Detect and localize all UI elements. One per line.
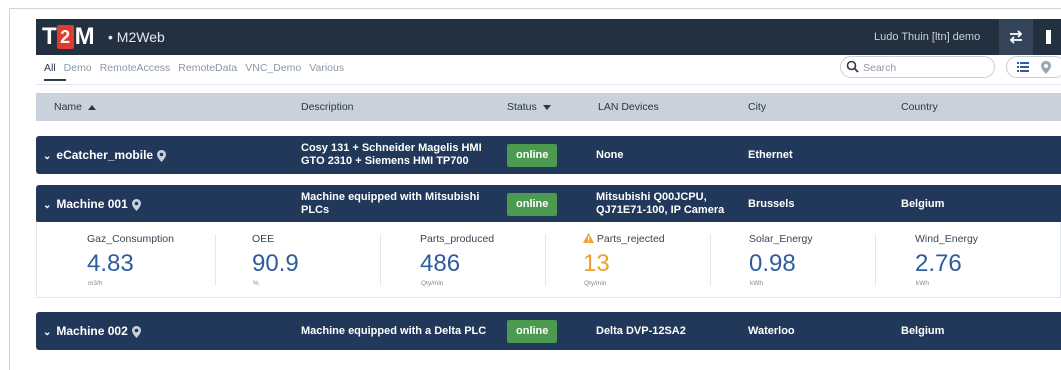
metric-unit: m3/h — [88, 280, 103, 287]
lan-devices-cell: Mitsubishi Q00JCPU, QJ71E71-100, IP Came… — [596, 191, 724, 217]
table-header: Name Description Status LAN Devices City… — [36, 93, 1061, 121]
metric-value: 486 — [420, 250, 461, 277]
description-line: Cosy 131 + Schneider Magelis HMI — [301, 142, 482, 154]
description-line: PLCs — [301, 204, 330, 216]
top-bar: T 2 M • M2Web Ludo Thuin [ltn] demo — [36, 19, 1061, 55]
machine-metrics-panel: Gaz_Consumption 4.83 m3/h OEE 90.9 % Par… — [36, 222, 1061, 298]
metric-label: Gaz_Consumption — [87, 233, 174, 245]
metric-unit: Qty/min — [584, 280, 607, 287]
tab-various[interactable]: Various — [309, 62, 344, 78]
list-view-icon[interactable] — [1017, 61, 1029, 73]
tab-remotedata[interactable]: RemoteData — [178, 62, 237, 78]
description-cell: Cosy 131 + Schneider Magelis HMI GTO 231… — [301, 142, 482, 168]
metric-gaz-consumption[interactable]: Gaz_Consumption 4.83 m3/h — [37, 222, 215, 298]
metric-label: Wind_Energy — [915, 233, 979, 245]
device-name: Machine 001 — [56, 197, 128, 211]
metric-parts-rejected[interactable]: Parts_rejected 13 Qty/min — [545, 222, 710, 298]
city-cell: Brussels — [748, 198, 795, 210]
app-name: • M2Web — [108, 29, 165, 45]
tab-demo[interactable]: Demo — [64, 62, 92, 78]
metric-wind-energy[interactable]: Wind_Energy 2.76 kWh — [875, 222, 1061, 298]
more-menu-icon[interactable] — [1046, 30, 1051, 44]
table-row[interactable]: ⌄ Machine 001 Machine equipped with Mitsu… — [36, 185, 1061, 223]
table-row[interactable]: ⌄ eCatcher_mobile Cosy 131 + Schneider Ma… — [36, 136, 1061, 174]
metric-label: Solar_Energy — [749, 233, 813, 245]
user-account[interactable]: Ludo Thuin [ltn] demo — [874, 31, 980, 43]
search-input[interactable] — [861, 59, 985, 77]
map-view-icon[interactable] — [1041, 61, 1051, 74]
country-cell: Belgium — [901, 198, 945, 210]
swap-arrows-icon — [1009, 30, 1023, 44]
group-tabs: All Demo RemoteAccess RemoteData VNC_Dem… — [44, 62, 352, 78]
city-cell: Waterloo — [748, 325, 795, 337]
metric-unit: kWh — [750, 280, 763, 287]
description-line: GTO 2310 + Siemens HMI TP700 — [301, 155, 469, 167]
column-header-name-label: Name — [54, 101, 83, 113]
device-name-cell[interactable]: ⌄ Machine 001 — [43, 197, 141, 211]
search-box[interactable] — [840, 56, 995, 78]
metric-label: Parts_produced — [420, 233, 495, 245]
metric-unit: kWh — [916, 280, 929, 287]
device-name-cell[interactable]: ⌄ Machine 002 — [43, 324, 141, 338]
tabs-divider — [36, 84, 1061, 85]
chevron-down-icon[interactable]: ⌄ — [43, 200, 51, 211]
location-pin-icon[interactable] — [131, 325, 141, 338]
metric-label: Parts_rejected — [583, 233, 665, 245]
column-header-country[interactable]: Country — [901, 101, 938, 113]
description-cell: Machine equipped with Mitsubishi PLCs — [301, 191, 479, 217]
tab-remoteaccess[interactable]: RemoteAccess — [100, 62, 171, 78]
column-header-status-label: Status — [507, 101, 537, 113]
search-icon — [846, 60, 859, 73]
metric-value: 13 — [583, 250, 610, 277]
sort-descending-icon — [542, 104, 551, 110]
lan-devices-cell: Delta DVP-12SA2 — [596, 325, 686, 337]
metric-parts-produced[interactable]: Parts_produced 486 Qty/min — [380, 222, 545, 298]
description-line: Machine equipped with Mitsubishi — [301, 191, 480, 203]
chevron-down-icon[interactable]: ⌄ — [43, 327, 51, 338]
metric-value: 90.9 — [252, 250, 299, 277]
column-header-lan-devices[interactable]: LAN Devices — [598, 101, 659, 113]
metric-label-text: Parts_rejected — [596, 233, 665, 245]
t2m-logo[interactable]: T 2 M — [42, 23, 95, 50]
column-header-status[interactable]: Status — [507, 101, 551, 113]
status-badge: online — [507, 320, 558, 343]
switch-account-button[interactable] — [999, 19, 1033, 55]
table-row[interactable]: ⌄ Machine 002 Machine equipped with a Del… — [36, 312, 1061, 350]
country-cell: Belgium — [901, 325, 945, 337]
column-header-description[interactable]: Description — [301, 101, 354, 113]
lan-device-line: Mitsubishi Q00JCPU, — [596, 191, 707, 203]
metric-unit: Qty/min — [421, 280, 444, 287]
metric-solar-energy[interactable]: Solar_Energy 0.98 kWh — [710, 222, 875, 298]
device-name-cell[interactable]: ⌄ eCatcher_mobile — [43, 148, 167, 162]
device-name: Machine 002 — [56, 324, 128, 338]
metric-unit: % — [253, 280, 259, 287]
tab-all[interactable]: All — [44, 62, 56, 78]
status-badge: online — [507, 144, 558, 167]
description-cell: Machine equipped with a Delta PLC — [301, 325, 487, 337]
metric-oee[interactable]: OEE 90.9 % — [215, 222, 380, 298]
tab-vnc-demo[interactable]: VNC_Demo — [245, 62, 301, 78]
logo-letter-m: M — [74, 23, 95, 50]
city-cell: Ethernet — [748, 149, 793, 161]
warning-icon — [583, 233, 594, 243]
device-name: eCatcher_mobile — [56, 148, 154, 162]
logo-letter-t: T — [42, 23, 57, 50]
view-toggle[interactable] — [1006, 56, 1061, 78]
metric-value: 0.98 — [749, 250, 796, 277]
location-pin-icon[interactable] — [131, 198, 141, 211]
location-pin-icon[interactable] — [157, 149, 167, 162]
column-header-name[interactable]: Name — [54, 101, 97, 113]
logo-digit-2: 2 — [56, 25, 74, 49]
chevron-down-icon[interactable]: ⌄ — [43, 151, 51, 162]
lan-devices-cell: None — [596, 149, 624, 161]
metric-value: 4.83 — [87, 250, 134, 277]
sort-ascending-icon — [88, 104, 97, 110]
active-tab-indicator — [44, 79, 66, 81]
status-badge: online — [507, 193, 558, 216]
metric-value: 2.76 — [915, 250, 962, 277]
metric-label: OEE — [252, 233, 275, 245]
column-header-city[interactable]: City — [748, 101, 766, 113]
lan-device-line: QJ71E71-100, IP Camera — [596, 204, 725, 216]
